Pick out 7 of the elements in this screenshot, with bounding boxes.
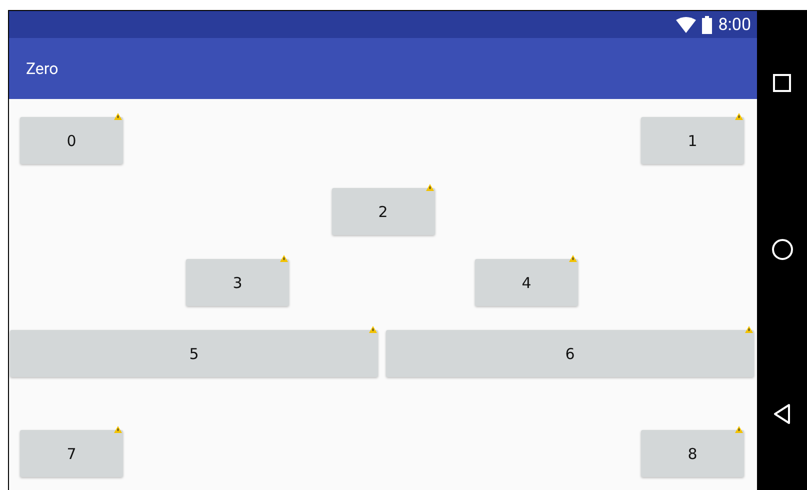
battery-icon xyxy=(702,16,712,34)
back-icon[interactable] xyxy=(773,404,791,424)
wifi-icon xyxy=(676,16,696,32)
home-icon[interactable] xyxy=(772,239,792,260)
recents-icon[interactable] xyxy=(773,74,791,92)
app-title: Zero xyxy=(26,59,58,78)
clock-time: 8:00 xyxy=(718,14,751,34)
